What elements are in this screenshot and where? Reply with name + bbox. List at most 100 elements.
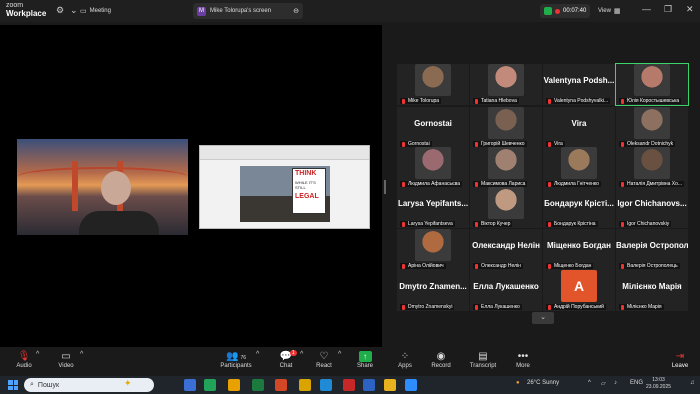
chevron-down-icon[interactable]: ⌄ [70,5,78,16]
chrome-icon[interactable] [228,379,240,391]
protest-sign: THINK WHILE IT'S STILL LEGAL [292,168,326,214]
chevron-up-icon[interactable]: ^ [588,380,591,386]
participant-tile[interactable]: Юлія Коростышевська [615,63,689,106]
participant-label: Mike Tolorupa [400,98,442,104]
participant-tile[interactable]: Igor Chichanovs... Igor Chichanovskiy [616,187,688,228]
mic-muted-icon [548,221,551,227]
mic-muted-icon [621,221,624,227]
word-icon[interactable] [363,379,375,391]
taskview-icon[interactable] [184,379,196,391]
participant-tile[interactable]: Валерія Острополь... Валерія Острополець [616,229,688,270]
mic-muted-icon [402,304,405,310]
participant-label: Олександр Нелін [473,263,523,269]
record-button[interactable]: ◉ Record [421,350,461,369]
excel-icon[interactable] [252,379,264,391]
network-icon[interactable]: ▱ [601,380,606,387]
mic-muted-icon [621,141,624,147]
participant-tile[interactable]: Міщенко Богдан Міщенко Богдан [543,229,615,270]
apps-icon: ⁘ [400,351,410,362]
participant-tile[interactable]: Аріна Олійович [397,229,469,270]
participant-tile[interactable]: Максимова Лариса [470,147,542,188]
participant-label: Елла Лукашенко [473,304,522,310]
edge-icon[interactable] [320,379,332,391]
settings-icon[interactable]: ⚙ [56,5,64,16]
chevron-up-icon[interactable]: ^ [36,351,39,358]
participant-tile[interactable]: Бондарук Крісті... Бондарук Крістіна [543,187,615,228]
windows-start-icon[interactable] [8,380,18,390]
participant-tile[interactable]: Мілієнко Марія Мілієнко Марія [616,270,688,311]
more-button[interactable]: ••• More [503,350,543,369]
windows-taskbar: ⌕ Пошук ✦ ● 26°C Sunny ^ ▱ ♪ ENG 13:03 2… [0,376,700,394]
participant-tile[interactable]: Людмила Афанасьєва [397,147,469,188]
sparkle-icon: ✦ [124,378,132,388]
chevron-up-icon[interactable]: ^ [338,351,341,358]
view-button[interactable]: View ▦ [598,3,632,19]
participant-video [415,147,451,179]
chevron-up-icon[interactable]: ^ [256,351,259,358]
taskbar-search[interactable]: ⌕ Пошук ✦ [24,378,154,392]
folder-icon[interactable] [384,379,396,391]
participant-label: Бондарук Крістіна [546,221,598,227]
mic-muted-icon [475,221,478,227]
close-icon[interactable]: ✕ [686,4,694,15]
participant-name-display: Міщенко Богдан [547,241,611,250]
transcript-icon: ▤ [478,351,488,362]
chevron-up-icon[interactable]: ^ [80,351,83,358]
share-button[interactable]: ↑ Share [345,350,385,369]
participants-button[interactable]: 👥 76 Participants [216,350,256,369]
participant-tile[interactable]: Mike Tolorupa [397,64,469,105]
meeting-timer[interactable]: 00:07:40 [540,4,591,18]
participant-tile[interactable]: Oleksandr Dotnichyk [616,107,688,148]
clock[interactable]: 13:03 23.09.2025 [646,377,671,391]
whatsapp-icon[interactable] [204,379,216,391]
mic-muted-icon [402,98,405,104]
participant-name-display: Igor Chichanovs... [617,199,687,208]
minimize-icon[interactable]: — [642,4,651,14]
participant-tile[interactable]: Gornostai Gornostai [397,107,469,148]
share-arrow-icon: ↑ [358,351,372,362]
participant-name-display: Vira [571,119,587,128]
participant-tile[interactable]: Людмила Гнітченко [543,147,615,188]
participant-name: Mike Tolorupa [408,98,440,104]
restore-icon[interactable]: ❐ [664,4,672,15]
participant-tile[interactable]: Tatiana Hlebova [470,64,542,105]
mic-muted-icon [548,141,551,147]
participant-tile[interactable]: Олександр Нелін Олександр Нелін [470,229,542,270]
volume-icon[interactable]: ♪ [614,380,617,386]
participant-name-display: Олександр Нелін [472,241,540,250]
apps-button[interactable]: ⁘ Apps [385,350,425,369]
transcript-button[interactable]: ▤ Transcript [463,350,503,369]
tab-meeting[interactable]: ▭ Meeting [80,3,120,19]
participant-label: Мілієнко Марія [619,304,664,310]
title-bar: zoom Workplace ⚙ ⌄ ▭ Meeting M Mike Tolo… [0,0,700,22]
zoom-icon[interactable] [405,379,417,391]
chevron-up-icon[interactable]: ^ [300,351,303,358]
participant-tile[interactable]: Наталія Дмитрівна Хо... [616,147,688,188]
participant-video [488,107,524,139]
participant-name: Larysa Yepifantseva [408,221,453,227]
participant-tile[interactable]: Віктор Кучер [470,187,542,228]
meeting-toolbar: 🎙 Audio ^ ▭ Video ^ 👥 76 Participants ^ 💬… [0,347,700,376]
participant-tile[interactable]: Larysa Yepifants... Larysa Yepifantseva [397,187,469,228]
participant-name-display: Valentyna Podsh... [543,76,615,85]
powerpoint-icon[interactable] [275,379,287,391]
participant-tile[interactable]: Елла Лукашенко Елла Лукашенко [470,270,542,311]
participant-tile[interactable]: A Андрій Порубанський [543,270,615,311]
participant-tile[interactable]: Vira Vira [543,107,615,148]
participant-video [561,147,597,179]
document-image: THINK WHILE IT'S STILL LEGAL [240,166,330,222]
participant-tile[interactable]: Григорій Шевченко [470,107,542,148]
mic-muted-icon [475,98,478,104]
participant-tile[interactable]: Valentyna Podsh... Valentyna Podshyvalki.… [543,64,615,105]
leave-button[interactable]: ⇥ Leave [666,350,694,369]
participant-tile[interactable]: Dmytro Znamen... Dmytro Znamenskyi [397,270,469,311]
bell-icon[interactable]: ♫ [690,380,695,386]
browser-icon[interactable] [299,379,311,391]
mic-muted-icon [475,263,478,269]
minimize-share-icon[interactable]: ⊖ [293,7,299,15]
chevron-down-icon[interactable]: ⌄ [532,312,554,324]
mic-muted-icon [548,263,551,269]
splitter-handle[interactable] [384,180,386,194]
tab-share-screen[interactable]: M Mike Tolorupa's screen ⊖ [193,3,303,19]
pdf-icon[interactable] [343,379,355,391]
